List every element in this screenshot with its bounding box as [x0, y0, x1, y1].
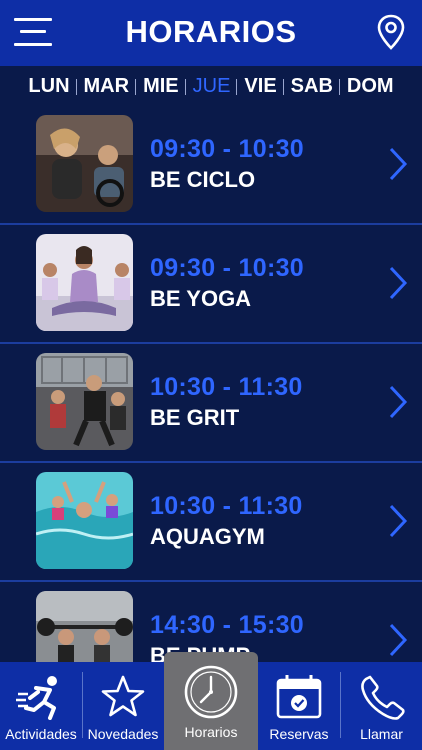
chevron-right-icon	[389, 504, 408, 538]
class-schedule-list: 09:30 - 10:30 BE CICLO 09:30 - 10:30 BE …	[0, 106, 422, 662]
chevron-right-icon	[389, 147, 408, 181]
tab-label: Novedades	[87, 726, 159, 742]
chevron-right-icon	[389, 623, 408, 657]
day-tab-jue[interactable]: JUE	[184, 75, 238, 98]
location-pin-icon[interactable]	[376, 14, 406, 50]
tab-actividades[interactable]: Actividades	[0, 662, 82, 750]
phone-icon	[360, 675, 405, 720]
class-time: 09:30 - 10:30	[150, 254, 304, 282]
tab-novedades[interactable]: Novedades	[83, 662, 163, 750]
class-thumbnail-grit	[36, 353, 133, 450]
day-tab-mar[interactable]: MAR	[75, 75, 137, 98]
chevron-right-icon	[389, 385, 408, 419]
class-thumbnail-yoga	[36, 234, 133, 331]
tab-label: Llamar	[360, 726, 403, 742]
day-tab-mie[interactable]: MIE	[135, 75, 186, 98]
class-time: 14:30 - 15:30	[150, 611, 304, 639]
tab-horarios[interactable]: Horarios	[164, 652, 258, 750]
class-thumbnail-aquagym	[36, 472, 133, 569]
class-thumbnail-cycling	[36, 115, 133, 212]
clock-icon	[184, 665, 238, 719]
day-tab-vie[interactable]: VIE	[236, 75, 283, 98]
day-tab-sab[interactable]: SAB	[282, 75, 340, 98]
tab-label: Horarios	[184, 724, 238, 740]
page-title: HORARIOS	[125, 14, 297, 49]
class-row-be-ciclo[interactable]: 09:30 - 10:30 BE CICLO	[0, 106, 422, 225]
tab-label: Reservas	[269, 726, 329, 742]
class-time: 09:30 - 10:30	[150, 135, 304, 163]
class-time: 10:30 - 11:30	[150, 492, 303, 520]
chevron-right-icon	[389, 266, 408, 300]
class-name: BE GRIT	[150, 405, 240, 430]
class-name: AQUAGYM	[150, 524, 265, 549]
bottom-tab-bar: Actividades Novedades Horarios Reservas	[0, 652, 422, 750]
running-person-icon	[16, 676, 57, 720]
class-time: 10:30 - 11:30	[150, 373, 303, 401]
class-row-be-pump[interactable]: 14:30 - 15:30 BE PUMP	[0, 582, 422, 662]
weekday-selector: LUN MAR MIE JUE VIE SAB DOM	[0, 66, 422, 106]
app-header: HORARIOS	[0, 0, 422, 66]
tab-reservas[interactable]: Reservas	[259, 662, 339, 750]
class-row-be-grit[interactable]: 10:30 - 11:30 BE GRIT	[0, 344, 422, 463]
star-icon	[101, 675, 145, 717]
day-tab-dom[interactable]: DOM	[338, 75, 401, 98]
class-thumbnail-pump	[36, 591, 133, 662]
class-name: BE CICLO	[150, 167, 256, 192]
class-row-aquagym[interactable]: 10:30 - 11:30 AQUAGYM	[0, 463, 422, 582]
tab-llamar[interactable]: Llamar	[341, 662, 422, 750]
class-name: BE YOGA	[150, 286, 252, 311]
calendar-check-icon	[276, 675, 322, 719]
tab-label: Actividades	[5, 726, 77, 742]
class-row-be-yoga[interactable]: 09:30 - 10:30 BE YOGA	[0, 225, 422, 344]
day-tab-lun[interactable]: LUN	[21, 75, 76, 98]
